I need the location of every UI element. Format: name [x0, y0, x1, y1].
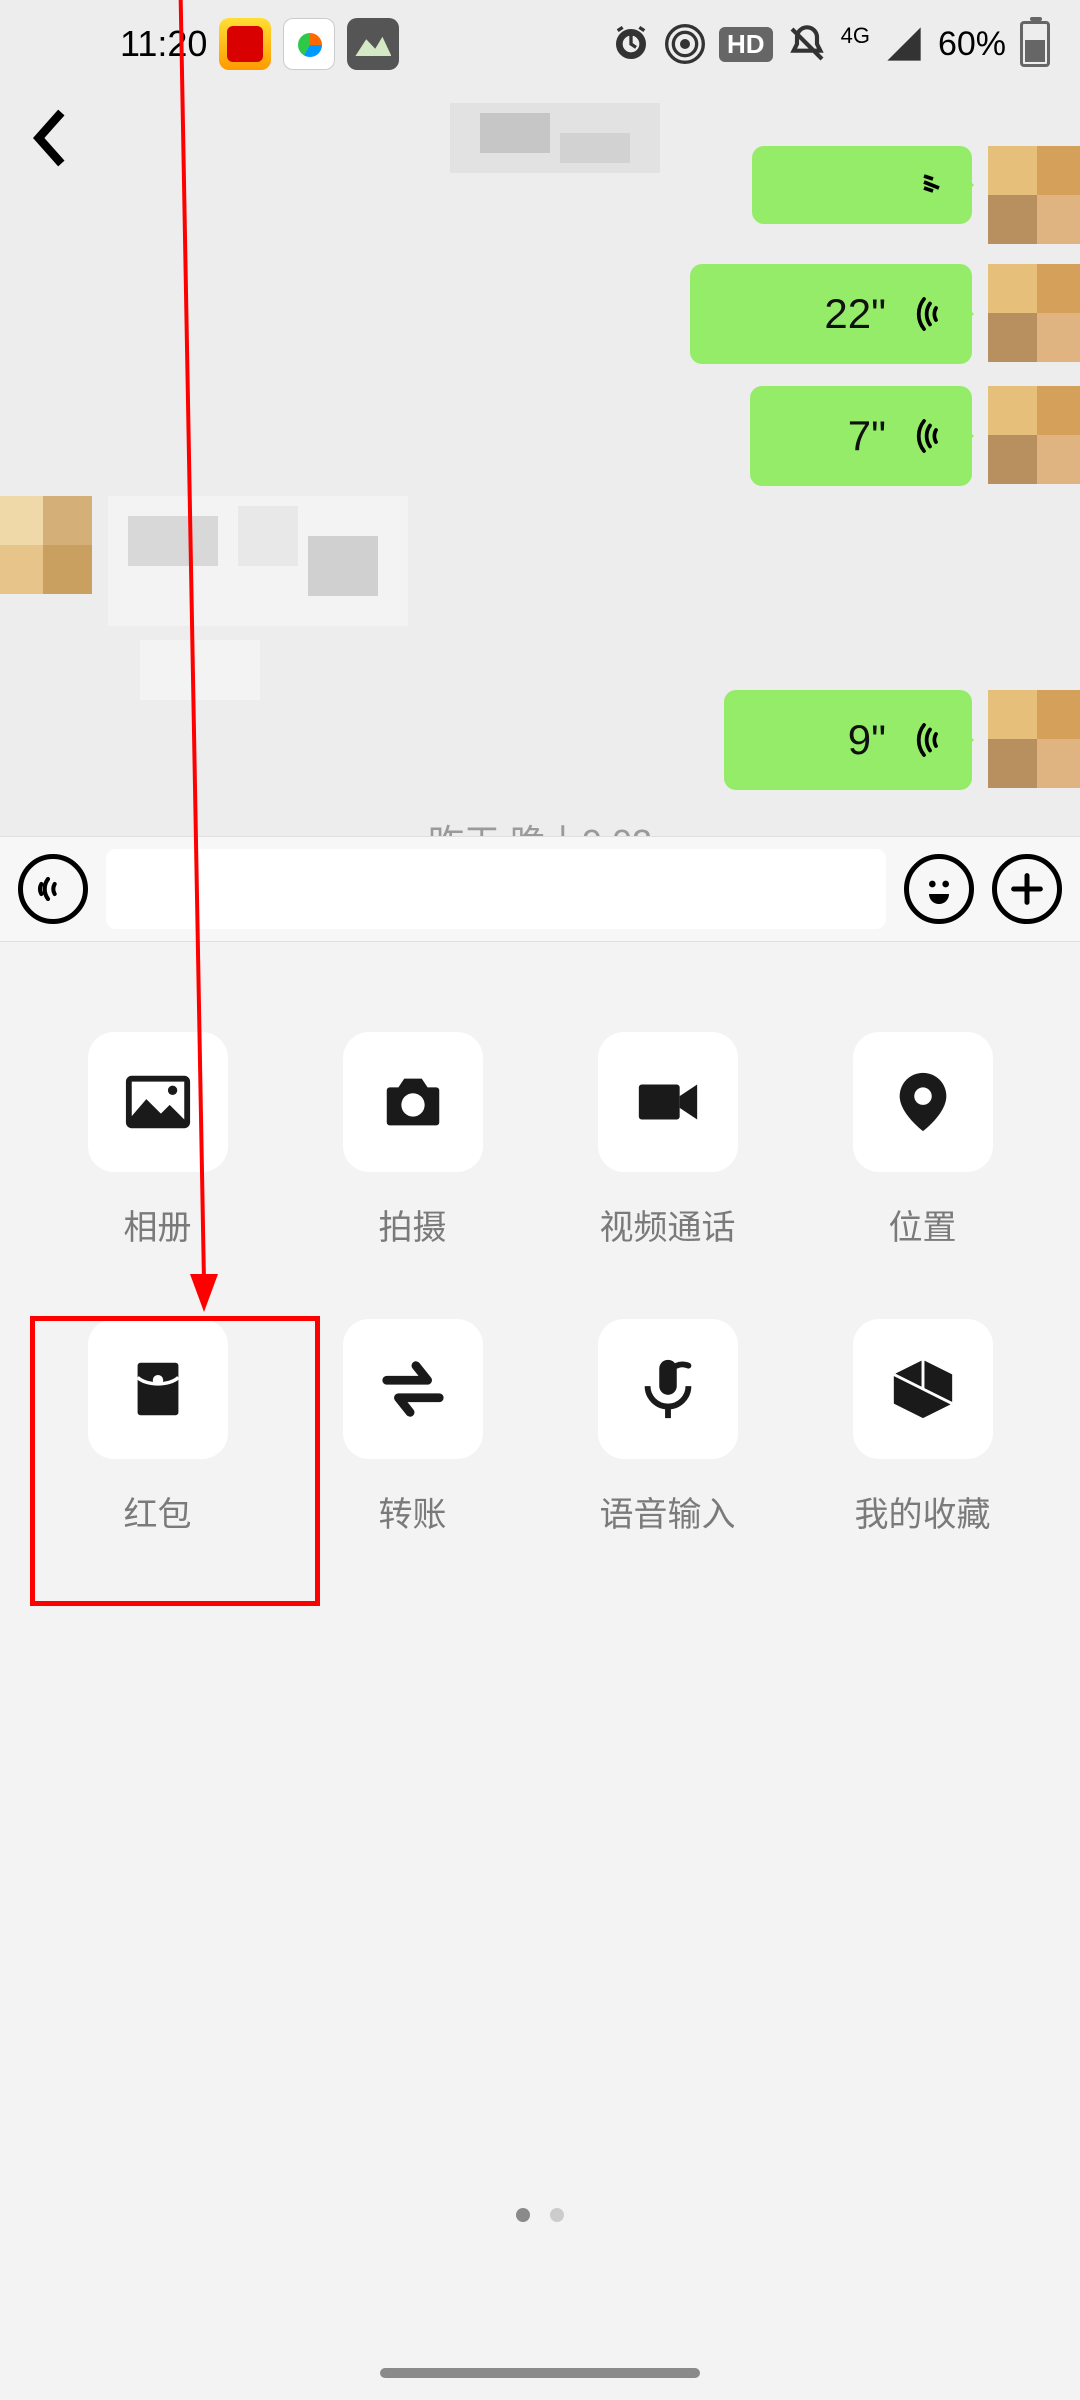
hotspot-icon	[665, 24, 705, 64]
more-button[interactable]	[992, 854, 1062, 924]
voice-message-out[interactable]: 22"	[690, 264, 972, 364]
page-indicator	[0, 2208, 1080, 2222]
attach-label: 相册	[124, 1200, 192, 1249]
hd-badge: HD	[719, 27, 773, 62]
red-packet-icon	[123, 1354, 193, 1424]
attach-label: 视频通话	[600, 1200, 736, 1249]
voice-wave-icon	[906, 418, 942, 454]
voice-duration: 9"	[848, 716, 886, 764]
message-input-bar	[0, 836, 1080, 942]
battery-icon	[1020, 21, 1050, 67]
alarm-icon	[611, 24, 651, 64]
camera-icon	[378, 1067, 448, 1137]
voice-wave-icon	[906, 722, 942, 758]
mute-icon	[787, 24, 827, 64]
gallery-app-icon	[347, 18, 399, 70]
voice-duration: 22"	[824, 290, 886, 338]
message-text-input[interactable]	[106, 849, 886, 929]
battery-percent: 60%	[938, 25, 1006, 64]
voice-duration: 7"	[848, 412, 886, 460]
attach-transfer[interactable]: 转账	[285, 1319, 540, 1536]
attach-label: 拍摄	[379, 1200, 447, 1249]
signal-icon	[884, 24, 924, 64]
attach-camera[interactable]: 拍摄	[285, 1032, 540, 1249]
my-avatar[interactable]	[988, 690, 1080, 788]
page-dot-active	[516, 2208, 530, 2222]
attach-label: 转账	[379, 1487, 447, 1536]
voice-message-out[interactable]: 9"	[724, 690, 972, 790]
status-time: 11:20	[120, 23, 207, 65]
attach-label: 位置	[889, 1200, 957, 1249]
emoji-button[interactable]	[904, 854, 974, 924]
network-type: 4G	[841, 23, 870, 49]
voice-wave-icon	[906, 167, 942, 203]
back-button[interactable]	[20, 108, 80, 168]
image-icon	[123, 1067, 193, 1137]
voice-message-out[interactable]: 7"	[750, 386, 972, 486]
home-indicator[interactable]	[380, 2368, 700, 2378]
my-avatar[interactable]	[988, 264, 1080, 362]
location-pin-icon	[888, 1067, 958, 1137]
attach-location[interactable]: 位置	[795, 1032, 1050, 1249]
weibo-app-icon	[219, 18, 271, 70]
attach-album[interactable]: 相册	[30, 1032, 285, 1249]
tencent-video-app-icon	[283, 18, 335, 70]
voice-wave-icon	[906, 296, 942, 332]
page-dot	[550, 2208, 564, 2222]
cube-icon	[888, 1354, 958, 1424]
microphone-icon	[633, 1354, 703, 1424]
incoming-message-redacted[interactable]	[140, 640, 260, 700]
attach-label: 语音输入	[600, 1487, 736, 1536]
attach-red-packet[interactable]: 红包	[30, 1319, 285, 1536]
attachment-panel: 相册 拍摄 视频通话 位置 红包 转账 语音输入 我的收藏	[0, 942, 1080, 2400]
attach-favorites[interactable]: 我的收藏	[795, 1319, 1050, 1536]
attach-voice-input[interactable]: 语音输入	[540, 1319, 795, 1536]
attach-label: 红包	[124, 1487, 192, 1536]
chat-area[interactable]: 22" 7" 9" 昨天 晚上9:02	[0, 160, 1080, 842]
my-avatar[interactable]	[988, 146, 1080, 244]
my-avatar[interactable]	[988, 386, 1080, 484]
transfer-icon	[378, 1354, 448, 1424]
contact-avatar[interactable]	[0, 496, 92, 594]
voice-input-toggle[interactable]	[18, 854, 88, 924]
voice-message-out[interactable]	[752, 146, 972, 224]
attach-label: 我的收藏	[855, 1487, 991, 1536]
attach-video-call[interactable]: 视频通话	[540, 1032, 795, 1249]
incoming-message-redacted[interactable]	[108, 496, 408, 626]
video-icon	[633, 1067, 703, 1137]
status-bar: 11:20 HD 4G 60%	[0, 0, 1080, 88]
